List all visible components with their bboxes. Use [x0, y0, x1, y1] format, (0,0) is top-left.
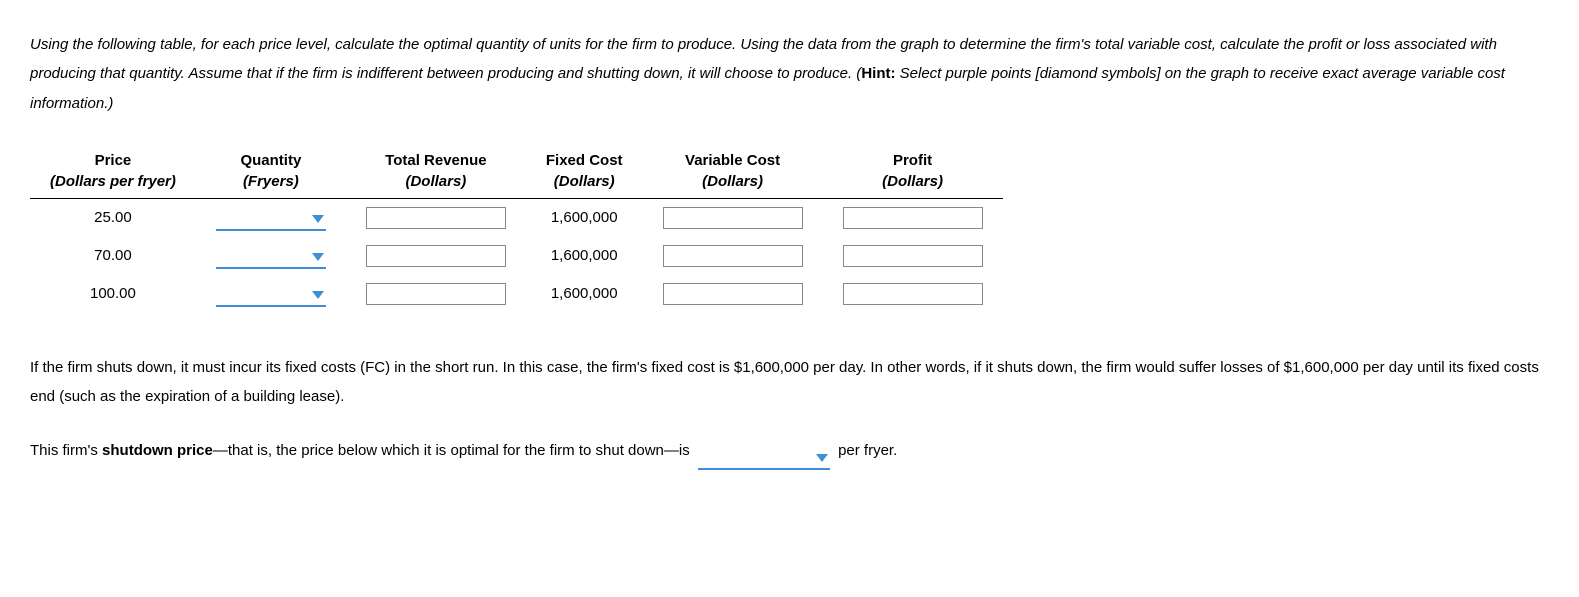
shutdown-middle: —that is, the price below which it is op… — [213, 442, 690, 459]
profit-input[interactable] — [843, 283, 983, 305]
chevron-down-icon — [312, 291, 324, 299]
total-revenue-input[interactable] — [366, 207, 506, 229]
header-profit-sub: (Dollars) — [843, 171, 983, 192]
header-variable-cost-sub: (Dollars) — [663, 171, 803, 192]
shutdown-sentence: This firm's shutdown price—that is, the … — [30, 436, 1549, 467]
header-quantity-sub: (Fryers) — [216, 171, 326, 192]
price-cell: 100.00 — [30, 275, 196, 313]
table-row: 70.00 1,600,000 — [30, 237, 1003, 275]
header-fixed-cost: Fixed Cost (Dollars) — [526, 148, 643, 199]
fixed-cost-cell: 1,600,000 — [526, 275, 643, 313]
header-quantity: Quantity (Fryers) — [196, 148, 346, 199]
header-fixed-cost-sub: (Dollars) — [546, 171, 623, 192]
shutdown-before: This firm's — [30, 442, 102, 459]
chevron-down-icon — [312, 253, 324, 261]
quantity-dropdown[interactable] — [216, 209, 326, 231]
explainer-paragraph: If the firm shuts down, it must incur it… — [30, 353, 1549, 412]
header-price-sub: (Dollars per fryer) — [50, 171, 176, 192]
variable-cost-input[interactable] — [663, 245, 803, 267]
total-revenue-input[interactable] — [366, 283, 506, 305]
header-fixed-cost-main: Fixed Cost — [546, 152, 623, 169]
table-row: 100.00 1,600,000 — [30, 275, 1003, 313]
shutdown-price-dropdown[interactable] — [698, 448, 830, 470]
header-total-revenue-main: Total Revenue — [385, 152, 486, 169]
instructions-paragraph: Using the following table, for each pric… — [30, 30, 1549, 118]
quantity-dropdown[interactable] — [216, 285, 326, 307]
variable-cost-input[interactable] — [663, 283, 803, 305]
header-total-revenue: Total Revenue (Dollars) — [346, 148, 526, 199]
header-variable-cost-main: Variable Cost — [685, 152, 780, 169]
hint-label: Hint: — [861, 65, 895, 82]
header-quantity-main: Quantity — [240, 152, 301, 169]
quantity-dropdown[interactable] — [216, 247, 326, 269]
chevron-down-icon — [816, 454, 828, 462]
header-profit-main: Profit — [893, 152, 932, 169]
header-price: Price (Dollars per fryer) — [30, 148, 196, 199]
shutdown-after: per fryer. — [838, 442, 897, 459]
chevron-down-icon — [312, 215, 324, 223]
header-price-main: Price — [95, 152, 132, 169]
header-variable-cost: Variable Cost (Dollars) — [643, 148, 823, 199]
price-cell: 70.00 — [30, 237, 196, 275]
fixed-cost-cell: 1,600,000 — [526, 237, 643, 275]
table-row: 25.00 1,600,000 — [30, 198, 1003, 237]
shutdown-bold: shutdown price — [102, 442, 213, 459]
total-revenue-input[interactable] — [366, 245, 506, 267]
header-total-revenue-sub: (Dollars) — [366, 171, 506, 192]
profit-input[interactable] — [843, 245, 983, 267]
header-profit: Profit (Dollars) — [823, 148, 1003, 199]
cost-table: Price (Dollars per fryer) Quantity (Frye… — [30, 148, 1003, 313]
profit-input[interactable] — [843, 207, 983, 229]
variable-cost-input[interactable] — [663, 207, 803, 229]
fixed-cost-cell: 1,600,000 — [526, 198, 643, 237]
price-cell: 25.00 — [30, 198, 196, 237]
